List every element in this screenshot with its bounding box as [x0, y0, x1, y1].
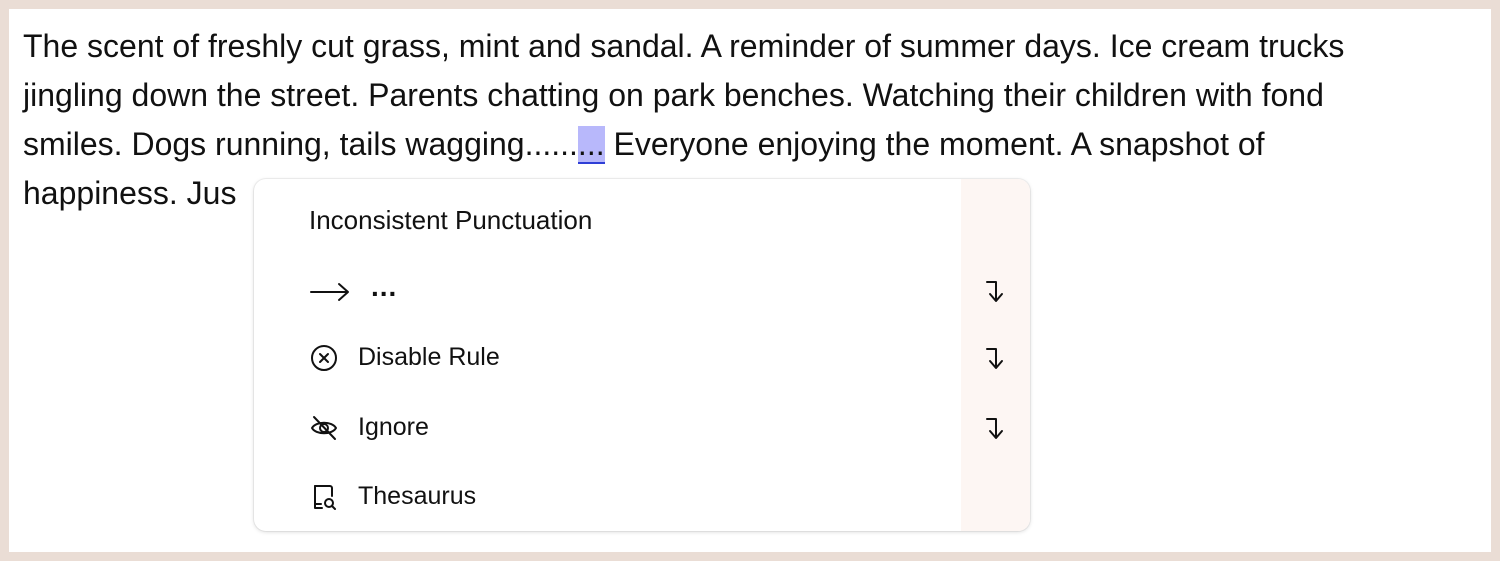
issue-title: Inconsistent Punctuation	[309, 205, 593, 235]
punctuation-issue-highlight[interactable]: ...	[577, 126, 605, 164]
disable-rule-button[interactable]: Disable Rule	[254, 328, 961, 388]
line-3-text-after: Everyone enjoying the moment. A snapshot…	[604, 126, 1265, 162]
paragraph-line-3: smiles. Dogs running, tails wagging.....…	[23, 120, 1488, 169]
eye-off-icon	[309, 413, 339, 443]
line-3-text-before: smiles. Dogs running, tails wagging.....…	[23, 126, 578, 162]
arrow-right-icon	[309, 277, 351, 307]
thesaurus-button[interactable]: Thesaurus	[254, 467, 961, 527]
thesaurus-label: Thesaurus	[358, 482, 477, 510]
paragraph-line-2: jingling down the street. Parents chatti…	[23, 77, 1324, 113]
ignore-label: Ignore	[358, 413, 429, 441]
enter-return-icon[interactable]	[984, 415, 1010, 443]
suggestion-popup: Inconsistent Punctuation ... Disable Rul…	[254, 179, 1030, 531]
ignore-button[interactable]: Ignore	[254, 398, 961, 458]
apply-suggestion-button[interactable]: ...	[254, 262, 961, 322]
paragraph-line-1: The scent of freshly cut grass, mint and…	[23, 28, 1345, 64]
enter-return-icon[interactable]	[984, 278, 1010, 306]
enter-return-icon[interactable]	[984, 345, 1010, 373]
thesaurus-icon	[309, 482, 339, 512]
suggestion-text: ...	[371, 271, 398, 302]
disable-rule-label: Disable Rule	[358, 343, 500, 371]
circle-x-icon	[309, 343, 339, 373]
